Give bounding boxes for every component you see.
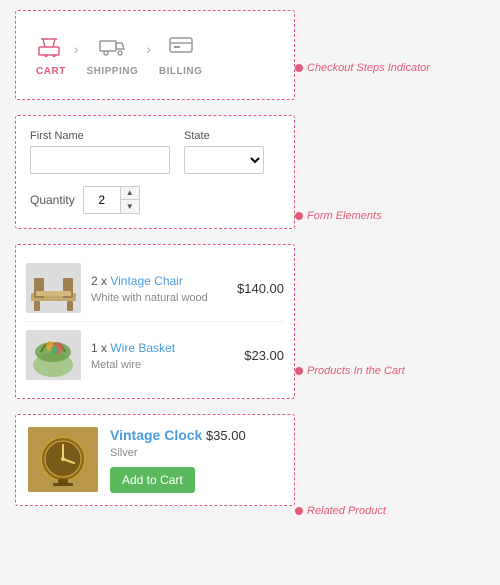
- annotation-form-elements: Form Elements: [295, 210, 382, 222]
- annotation-text-3: Products In the Cart: [307, 365, 405, 377]
- product-thumb-basket: [26, 330, 81, 380]
- product-qty-chair: 2 x: [91, 274, 110, 288]
- annotation-text-2: Form Elements: [307, 210, 382, 222]
- product-info-basket: 1 x Wire Basket Metal wire: [91, 339, 234, 371]
- cart-icon: [37, 33, 65, 63]
- state-select[interactable]: CA NY TX FL: [184, 146, 264, 174]
- related-product-title: Vintage Clock: [110, 427, 202, 443]
- checkout-steps: CART › SHIPPING ›: [28, 23, 282, 87]
- product-desc-basket: Metal wire: [91, 359, 234, 371]
- product-info-chair: 2 x Vintage Chair White with natural woo…: [91, 272, 227, 304]
- product-price-basket: $23.00: [244, 348, 284, 363]
- product-item-0: 2 x Vintage Chair White with natural woo…: [26, 255, 284, 321]
- product-thumb-chair: [26, 263, 81, 313]
- annotation-text-1: Checkout Steps Indicator: [307, 62, 430, 74]
- related-title-price: Vintage Clock $35.00: [110, 427, 282, 445]
- arrow-2: ›: [146, 41, 151, 57]
- products-section: 2 x Vintage Chair White with natural woo…: [15, 244, 295, 399]
- spinner-buttons: ▲ ▼: [120, 187, 139, 213]
- related-item: Vintage Clock $35.00 Silver Add to Cart: [28, 427, 282, 493]
- quantity-input[interactable]: 2: [84, 187, 120, 213]
- product-title-row-basket: 1 x Wire Basket: [91, 339, 234, 357]
- arrow-1: ›: [74, 41, 79, 57]
- annotation-products: Products In the Cart: [295, 365, 405, 377]
- step-shipping-label: SHIPPING: [86, 66, 138, 77]
- related-price-value: $35.00: [202, 428, 245, 443]
- product-title-row-chair: 2 x Vintage Chair: [91, 272, 227, 290]
- product-link-chair[interactable]: Vintage Chair: [110, 274, 183, 288]
- annotations: Checkout Steps Indicator Form Elements P…: [295, 10, 480, 575]
- billing-icon: [167, 33, 195, 63]
- quantity-row: Quantity 2 ▲ ▼: [30, 186, 280, 214]
- step-cart-label: CART: [36, 66, 66, 77]
- related-product-variant: Silver: [110, 447, 282, 459]
- quantity-spinner[interactable]: 2 ▲ ▼: [83, 186, 140, 214]
- annotation-dot-3: [295, 367, 303, 375]
- first-name-input[interactable]: [30, 146, 170, 174]
- product-qty-basket: 1 x: [91, 341, 110, 355]
- product-desc-chair: White with natural wood: [91, 292, 227, 304]
- annotation-checkout-steps: Checkout Steps Indicator: [295, 62, 430, 74]
- product-price-chair: $140.00: [237, 281, 284, 296]
- first-name-label: First Name: [30, 130, 170, 142]
- related-product-section: Vintage Clock $35.00 Silver Add to Cart: [15, 414, 295, 506]
- annotation-dot-1: [295, 64, 303, 72]
- product-link-basket[interactable]: Wire Basket: [110, 341, 175, 355]
- quantity-up-button[interactable]: ▲: [121, 187, 139, 200]
- step-cart[interactable]: CART: [36, 33, 66, 77]
- quantity-down-button[interactable]: ▼: [121, 200, 139, 213]
- annotation-text-4: Related Product: [307, 505, 386, 517]
- product-thumb-clock: [28, 427, 98, 492]
- form-section: First Name State CA NY TX FL Quantity 2 …: [15, 115, 295, 229]
- state-group: State CA NY TX FL: [184, 130, 264, 174]
- quantity-label: Quantity: [30, 193, 75, 207]
- annotation-dot-2: [295, 212, 303, 220]
- step-billing[interactable]: BILLING: [159, 33, 203, 77]
- state-label: State: [184, 130, 264, 142]
- related-info: Vintage Clock $35.00 Silver Add to Cart: [110, 427, 282, 493]
- first-name-group: First Name: [30, 130, 170, 174]
- add-to-cart-button[interactable]: Add to Cart: [110, 467, 195, 493]
- form-row-top: First Name State CA NY TX FL: [30, 130, 280, 174]
- shipping-icon: [98, 33, 126, 63]
- product-item-1: 1 x Wire Basket Metal wire $23.00: [26, 321, 284, 388]
- step-billing-label: BILLING: [159, 66, 203, 77]
- annotation-related: Related Product: [295, 505, 386, 517]
- checkout-steps-section: CART › SHIPPING ›: [15, 10, 295, 100]
- step-shipping[interactable]: SHIPPING: [86, 33, 138, 77]
- annotation-dot-4: [295, 507, 303, 515]
